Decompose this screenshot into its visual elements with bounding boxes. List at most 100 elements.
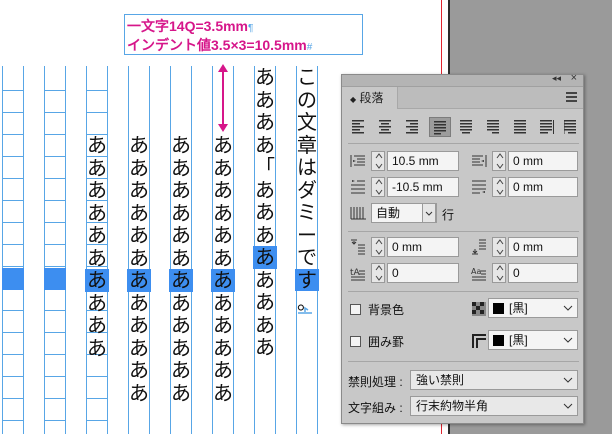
annotation-frame[interactable]: 一文字14Q=3.5mm¶ インデント値3.5×3=10.5mm#: [124, 14, 363, 55]
glyph: あ: [87, 313, 107, 337]
space-after-field[interactable]: 0 mm: [508, 237, 578, 257]
divider: [348, 291, 579, 292]
grid-line: [2, 156, 24, 157]
tab-paragraph[interactable]: ◆ 段落: [342, 87, 398, 109]
glyph: あ: [255, 222, 275, 247]
auto-indent-dropdown[interactable]: [422, 203, 436, 223]
space-before-stepper[interactable]: [371, 237, 385, 257]
black-swatch: [493, 303, 504, 314]
paragraph-panel[interactable]: ◂◂ × ◆ 段落 10.5 mm 0 mm -10.5 mm 0 mm 自動 …: [341, 72, 584, 424]
shading-color-select[interactable]: [黒]: [488, 298, 578, 318]
kinsoku-select[interactable]: 強い禁則: [410, 370, 578, 390]
grid-line: [44, 332, 66, 333]
collapse-panel-icon[interactable]: ◂◂: [552, 73, 561, 84]
drop-cap-lines-stepper[interactable]: [371, 263, 385, 283]
space-after-stepper[interactable]: [492, 237, 506, 257]
glyph: あ: [255, 110, 275, 134]
grid-line: [44, 222, 66, 223]
justify-right-button[interactable]: [483, 117, 505, 137]
mojikumi-value: 行末約物半角: [416, 399, 489, 413]
grid-line: [44, 112, 66, 113]
column-frame: [44, 66, 66, 434]
glyph: あ: [213, 200, 233, 225]
grid-line: [2, 420, 24, 421]
glyph: あ: [253, 245, 277, 269]
divider: [348, 231, 579, 232]
glyph: あ: [211, 268, 235, 292]
align-center-button[interactable]: [375, 117, 397, 137]
close-icon[interactable]: ×: [571, 72, 577, 84]
space-before-field[interactable]: 0 mm: [387, 237, 459, 257]
glyph: あ: [255, 132, 275, 157]
left-indent-field[interactable]: 10.5 mm: [387, 151, 459, 171]
selection-highlight: [2, 268, 24, 290]
text-column[interactable]: ああああ「ああああああああ: [253, 66, 277, 359]
glyph: あ: [129, 133, 149, 157]
align-away-spine-icon: [564, 120, 576, 134]
glyph: あ: [213, 223, 233, 247]
align-right-button[interactable]: [402, 117, 424, 137]
glyph: あ: [129, 313, 149, 337]
right-indent-stepper[interactable]: [492, 151, 506, 171]
glyph: の: [297, 87, 317, 112]
justify-all-button[interactable]: [510, 117, 532, 137]
align-left-icon: [352, 120, 364, 134]
text-column[interactable]: この文章はダミーです。: [295, 66, 319, 314]
glyph: あ: [129, 290, 149, 315]
space-before-icon: [350, 239, 366, 255]
black-swatch: [493, 335, 504, 346]
glyph: あ: [171, 335, 191, 360]
align-left-button[interactable]: [348, 117, 370, 137]
panel-menu-icon[interactable]: [566, 92, 577, 102]
glyph: あ: [213, 335, 233, 360]
auto-indent-icon: [350, 205, 366, 221]
border-checkbox[interactable]: [350, 336, 361, 347]
text-column[interactable]: ああああああああああああ: [169, 134, 193, 404]
drop-cap-chars-stepper[interactable]: [492, 263, 506, 283]
collapse-arrows-icon[interactable]: ◆: [350, 95, 356, 104]
text-column[interactable]: ああああああああああああ: [211, 134, 235, 404]
left-indent-stepper[interactable]: [371, 151, 385, 171]
align-toward-spine-button[interactable]: [536, 117, 558, 137]
glyph: 章: [297, 132, 317, 157]
divider: [348, 361, 579, 362]
divider: [348, 143, 579, 144]
first-line-indent-field[interactable]: -10.5 mm: [387, 177, 459, 197]
text-column[interactable]: ああああああああああ: [85, 134, 109, 359]
right-indent-field[interactable]: 0 mm: [508, 151, 578, 171]
tab-paragraph-label: 段落: [359, 91, 384, 105]
border-stroke-icon: [471, 333, 487, 349]
first-line-indent-stepper[interactable]: [371, 177, 385, 197]
grid-line: [2, 222, 24, 223]
shading-label: 背景色: [368, 303, 405, 317]
left-indent-icon: [350, 153, 366, 169]
grid-line: [44, 420, 66, 421]
mojikumi-select[interactable]: 行末約物半角: [410, 396, 578, 416]
align-away-spine-button[interactable]: [560, 117, 582, 137]
grid-line: [44, 200, 66, 201]
border-label: 囲み罫: [368, 335, 405, 349]
grid-line: [44, 134, 66, 135]
text-column[interactable]: ああああああああああああ: [127, 134, 151, 404]
panel-title-bar[interactable]: ◂◂ ×: [342, 72, 583, 87]
grid-line: [2, 178, 24, 179]
drop-cap-lines-field[interactable]: 0: [387, 263, 459, 283]
drop-cap-chars-field[interactable]: 0: [508, 263, 578, 283]
justify-center-button[interactable]: [456, 117, 478, 137]
glyph: あ: [87, 133, 107, 157]
shading-checkbox[interactable]: [350, 304, 361, 315]
last-line-indent-field[interactable]: 0 mm: [508, 177, 578, 197]
glyph: あ: [255, 267, 275, 292]
border-color-select[interactable]: [黒]: [488, 330, 578, 350]
glyph: あ: [213, 290, 233, 315]
first-line-indent-icon: [350, 179, 366, 195]
last-line-indent-stepper[interactable]: [492, 177, 506, 197]
glyph: あ: [213, 155, 233, 180]
glyph: あ: [213, 133, 233, 157]
glyph: す: [295, 267, 319, 292]
chevron-down-icon: [563, 337, 573, 343]
grid-line: [44, 310, 66, 311]
glyph: あ: [171, 358, 191, 382]
grid-line: [44, 398, 66, 399]
justify-left-button[interactable]: [429, 117, 451, 137]
